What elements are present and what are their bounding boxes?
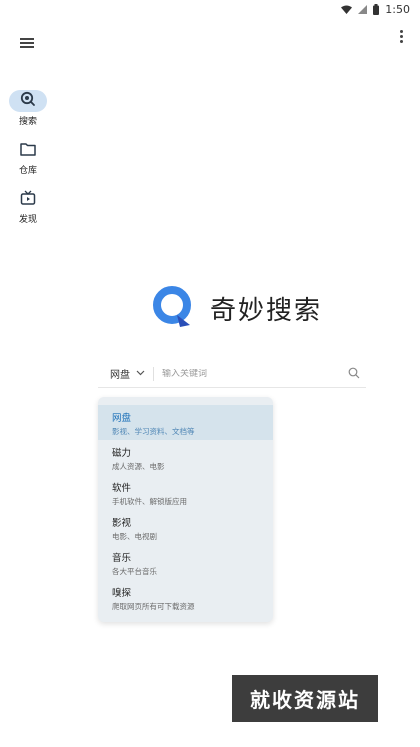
search-divider xyxy=(153,366,154,381)
rail-icon-container xyxy=(9,139,47,161)
more-vert-icon xyxy=(400,30,403,33)
app-name: 奇妙搜索 xyxy=(210,295,323,326)
rail-indicator xyxy=(9,90,47,112)
rail-label-repository: 仓库 xyxy=(18,166,37,176)
more-vert-icon-dot xyxy=(400,40,403,43)
more-vert-icon-dot xyxy=(400,35,403,38)
dropdown-item-netdisk[interactable]: 网盘 影视、学习资料、文档等 xyxy=(98,405,273,440)
navigation-rail: 搜索 仓库 发现 xyxy=(8,90,48,237)
status-bar: 1:50 xyxy=(0,0,420,18)
dropdown-item-video[interactable]: 影视 电影、电视剧 xyxy=(98,510,273,545)
dropdown-item-sniff[interactable]: 嗅探 爬取网页所有可下载资源 xyxy=(98,580,273,615)
rail-label-discover: 发现 xyxy=(18,215,37,225)
chevron-down-icon xyxy=(136,368,145,379)
folder-icon xyxy=(20,141,36,160)
dropdown-item-title: 磁力 xyxy=(112,448,132,459)
menu-icon xyxy=(20,38,34,40)
dropdown-item-music[interactable]: 音乐 各大平台音乐 xyxy=(98,545,273,580)
dropdown-item-subtitle: 电影、电视剧 xyxy=(112,532,157,541)
menu-button[interactable] xyxy=(20,38,36,50)
app-logo-icon xyxy=(150,283,196,333)
rail-item-discover[interactable]: 发现 xyxy=(8,188,48,225)
scope-select-value: 网盘 xyxy=(110,370,130,381)
scope-select[interactable]: 网盘 xyxy=(98,366,145,381)
dropdown-item-title: 嗅探 xyxy=(112,588,132,599)
status-time: 1:50 xyxy=(385,2,410,16)
more-options-button[interactable] xyxy=(399,30,405,46)
search-input[interactable] xyxy=(162,368,348,379)
discover-icon xyxy=(20,190,36,209)
search-bar: 网盘 xyxy=(98,360,366,388)
dropdown-item-subtitle: 手机软件、解锁版应用 xyxy=(112,497,187,506)
dropdown-item-subtitle: 影视、学习资料、文档等 xyxy=(112,427,195,436)
battery-icon xyxy=(373,3,380,15)
dropdown-item-subtitle: 爬取网页所有可下载资源 xyxy=(112,602,195,611)
dropdown-item-title: 网盘 xyxy=(112,413,132,424)
menu-icon-line xyxy=(20,46,34,48)
dropdown-item-software[interactable]: 软件 手机软件、解锁版应用 xyxy=(98,475,273,510)
dropdown-item-title: 音乐 xyxy=(112,553,132,564)
dropdown-item-subtitle: 成人资源、电影 xyxy=(112,462,165,471)
brand-logo: 奇妙搜索 xyxy=(150,283,322,333)
menu-icon-line xyxy=(20,42,34,44)
watermark: 就收资源站 xyxy=(232,675,378,722)
scope-dropdown: 网盘 影视、学习资料、文档等 磁力 成人资源、电影 软件 手机软件、解锁版应用 … xyxy=(98,397,273,622)
wifi-icon xyxy=(341,5,353,14)
search-icon xyxy=(348,367,360,379)
rail-label-search: 搜索 xyxy=(18,117,37,127)
dropdown-item-title: 软件 xyxy=(112,483,132,494)
signal-icon xyxy=(358,4,368,14)
rail-item-repository[interactable]: 仓库 xyxy=(8,139,48,176)
search-button[interactable] xyxy=(348,364,360,383)
dropdown-item-subtitle: 各大平台音乐 xyxy=(112,567,157,576)
dropdown-item-magnet[interactable]: 磁力 成人资源、电影 xyxy=(98,440,273,475)
rail-item-search[interactable]: 搜索 xyxy=(8,90,48,127)
rail-icon-container xyxy=(9,188,47,210)
search-icon xyxy=(20,91,36,111)
dropdown-item-title: 影视 xyxy=(112,518,132,529)
